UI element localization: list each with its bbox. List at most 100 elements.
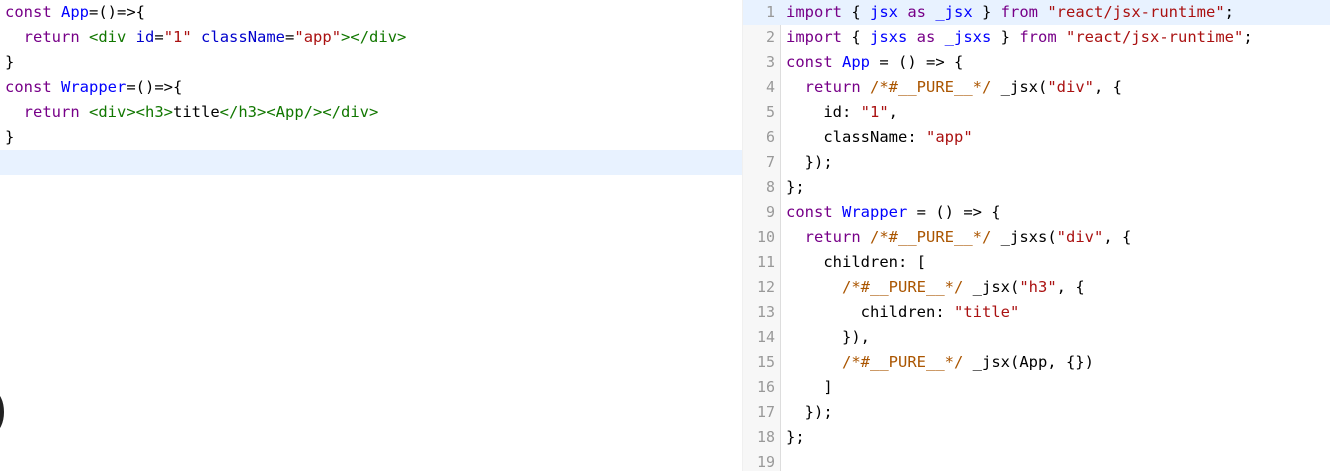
code-token: = () => { [916, 203, 1001, 221]
line-number: 18 [756, 428, 775, 446]
code-line[interactable]: 1 import { jsx as _jsx } from "react/jsx-… [743, 0, 1330, 25]
code-token: , { [1056, 278, 1085, 296]
code-token: "1" [163, 28, 192, 46]
code-text: const Wrapper = () => { [786, 200, 1001, 225]
code-line[interactable]: 8}; [743, 175, 1330, 200]
code-token: "react/jsx-runtime" [1047, 3, 1225, 21]
code-token: "react/jsx-runtime" [1066, 28, 1244, 46]
code-token: const [786, 53, 842, 71]
code-line[interactable]: const Wrapper=()=>{ [0, 75, 743, 100]
code-text: const Wrapper=()=>{ [5, 75, 182, 100]
code-token: } [982, 3, 1001, 21]
code-line[interactable] [0, 150, 743, 175]
code-token: = [154, 28, 164, 46]
code-token: const [5, 3, 61, 21]
code-token: }; [786, 178, 805, 196]
line-number: 4 [765, 78, 775, 96]
code-token: "title" [953, 303, 1020, 321]
code-token: <div><h3> [89, 103, 173, 121]
code-text: /*#__PURE__*/ _jsx("h3", { [786, 275, 1085, 300]
code-token: ; [1243, 28, 1253, 46]
code-token: } [1000, 28, 1020, 46]
code-line[interactable]: return <div><h3>title</h3><App/></div> [0, 100, 743, 125]
code-token: /*#__PURE__*/ [870, 228, 1001, 246]
code-token: /*#__PURE__*/ [842, 353, 973, 371]
code-token: from [1019, 28, 1067, 46]
line-number: 15 [756, 353, 775, 371]
code-token: = [285, 28, 295, 46]
code-line[interactable]: 6 className: "app" [743, 125, 1330, 150]
line-number: 9 [765, 203, 775, 221]
code-line[interactable]: 11 children: [ [743, 250, 1330, 275]
code-token: }); [786, 403, 833, 421]
line-number: 6 [765, 128, 775, 146]
code-token: _jsx( [972, 278, 1020, 296]
code-token: "app" [294, 28, 342, 46]
line-number: 13 [756, 303, 775, 321]
code-text: children: [ [786, 250, 926, 275]
code-token: Wrapper [61, 78, 127, 96]
line-number: 11 [756, 253, 775, 271]
code-line[interactable]: 14 }), [743, 325, 1330, 350]
code-text: import { jsx as _jsx } from "react/jsx-r… [786, 0, 1234, 25]
code-line[interactable]: return <div id="1" className="app"></div… [0, 25, 743, 50]
code-token: </h3><App/></div> [219, 103, 379, 121]
code-token: as [916, 28, 945, 46]
code-line[interactable]: 3 const App = () => { [743, 50, 1330, 75]
code-line[interactable]: 16 ] [743, 375, 1330, 400]
code-token: }); [786, 153, 833, 171]
code-token: : [907, 128, 926, 146]
code-token: =()=>{ [126, 78, 183, 96]
code-token: return [804, 78, 870, 96]
code-token: _jsxs( [1000, 228, 1057, 246]
line-number: 10 [756, 228, 775, 246]
code-line[interactable]: const App=()=>{ [0, 0, 743, 25]
code-token: <div [89, 28, 136, 46]
code-line[interactable]: 10 return /*#__PURE__*/ _jsxs("div", { [743, 225, 1330, 250]
code-line[interactable]: 4 return /*#__PURE__*/ _jsx("div", { [743, 75, 1330, 100]
code-token: : [842, 103, 861, 121]
code-line[interactable]: 17 }); [743, 400, 1330, 425]
code-token: id [823, 103, 842, 121]
code-line[interactable]: 15 /*#__PURE__*/ _jsx(App, {}) [743, 350, 1330, 375]
line-number: 14 [756, 328, 775, 346]
code-token: { [851, 28, 870, 46]
source-editor[interactable]: const App=()=>{ return <div id="1" class… [0, 0, 743, 471]
code-token: App [842, 53, 880, 71]
line-number: 8 [765, 178, 775, 196]
code-line[interactable]: 2 import { jsxs as _jsxs } from "react/js… [743, 25, 1330, 50]
code-line[interactable]: } [0, 125, 743, 150]
code-line[interactable]: 13 children: "title" [743, 300, 1330, 325]
code-text: children: "title" [786, 300, 1020, 325]
code-line[interactable]: 18}; [743, 425, 1330, 450]
code-token: _jsxs [944, 28, 1001, 46]
code-token: _jsx(App, {}) [972, 353, 1094, 371]
line-number: 7 [765, 153, 775, 171]
line-number: 12 [756, 278, 775, 296]
code-line[interactable]: 5 id: "1", [743, 100, 1330, 125]
code-token: = () => { [879, 53, 964, 71]
output-editor[interactable]: 1 import { jsx as _jsx } from "react/jsx-… [743, 0, 1330, 471]
code-token: { [851, 3, 870, 21]
code-line[interactable]: } [0, 50, 743, 75]
code-line[interactable]: 9 const Wrapper = () => { [743, 200, 1330, 225]
code-text: } [5, 125, 14, 150]
line-number: 19 [756, 453, 775, 471]
code-text: return /*#__PURE__*/ _jsxs("div", { [786, 225, 1132, 250]
code-token: id [135, 28, 155, 46]
code-line[interactable]: 12 /*#__PURE__*/ _jsx("h3", { [743, 275, 1330, 300]
code-token: ] [786, 378, 833, 396]
code-line[interactable]: 19 [743, 450, 1330, 471]
code-line[interactable]: 7 }); [743, 150, 1330, 175]
code-token: : [ [897, 253, 926, 271]
code-token: "app" [926, 128, 973, 146]
code-token: /*#__PURE__*/ [842, 278, 973, 296]
code-token: ></div> [341, 28, 407, 46]
